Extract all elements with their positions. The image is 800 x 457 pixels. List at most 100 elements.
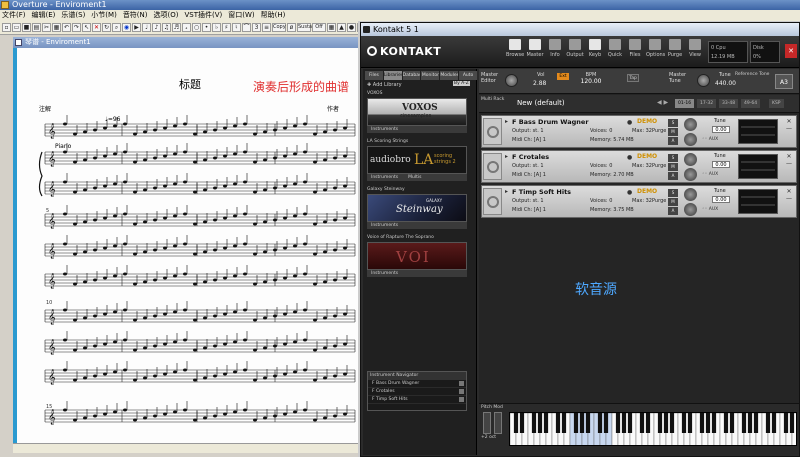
reference-note-button[interactable]: A3	[775, 74, 793, 89]
ext-button[interactable]: Ext	[557, 73, 569, 80]
mute-button[interactable]: M	[668, 163, 678, 171]
solo-button[interactable]: S	[668, 154, 678, 162]
pan-knob[interactable]	[684, 203, 697, 216]
aux-icon[interactable]: ◦◦ AUX	[702, 207, 718, 212]
flat-icon[interactable]: ♭	[212, 23, 221, 32]
tab-ksp[interactable]: KSP	[769, 99, 784, 108]
black-key[interactable]	[783, 413, 789, 433]
black-key[interactable]	[723, 413, 729, 433]
black-key[interactable]	[771, 413, 777, 433]
tune-knob[interactable]	[684, 118, 697, 131]
navigator-item[interactable]: F Timp Soft Hits	[368, 396, 466, 404]
library-la-scoring-strings[interactable]: LA Scoring Strings audiobro LA scoring s…	[367, 139, 467, 181]
sort-button[interactable]: By A-Z	[453, 81, 470, 86]
half-note-icon[interactable]: 𝅗	[182, 23, 191, 32]
grid-icon[interactable]: ▦	[327, 23, 336, 32]
info-button[interactable]: Info	[546, 39, 564, 58]
black-key[interactable]	[603, 413, 609, 433]
master-button[interactable]: Master	[526, 39, 544, 58]
sharp-icon[interactable]: ♯	[222, 23, 231, 32]
menu-options[interactable]: 选项(O)	[154, 10, 179, 21]
black-key[interactable]	[645, 413, 651, 433]
multi-nav-arrows[interactable]: ◀ ▶	[657, 99, 668, 106]
black-key[interactable]	[585, 413, 591, 433]
solo-button[interactable]: S	[668, 189, 678, 197]
cut-icon[interactable]: ✂	[42, 23, 51, 32]
max-field[interactable]: Max: 32	[632, 163, 652, 169]
tune-value[interactable]: 0.00	[712, 161, 730, 168]
volume-knob[interactable]	[505, 74, 518, 87]
library-voxos[interactable]: VOXOS VOXOS cinesamples Instruments	[367, 91, 467, 133]
magnify-icon[interactable]: ⌕	[112, 23, 121, 32]
black-key[interactable]	[789, 413, 795, 433]
tab-files[interactable]: Files	[365, 71, 383, 80]
black-key[interactable]	[705, 413, 711, 433]
wrench-icon[interactable]	[483, 153, 502, 180]
instrument-slot[interactable]: ▸ F Timp Soft Hits ● DEMO Output: st. 1 …	[481, 185, 797, 218]
instruments-link[interactable]: Instruments	[371, 126, 398, 133]
purge-dropdown[interactable]: Purge	[652, 198, 666, 204]
tune-value[interactable]: 0.00	[712, 196, 730, 203]
instrument-name[interactable]: F Crotales	[512, 153, 549, 161]
play-icon[interactable]: ▶	[132, 23, 141, 32]
record-icon[interactable]: ●	[347, 23, 356, 32]
navigator-item[interactable]: F Crotales	[368, 388, 466, 396]
black-key[interactable]	[753, 413, 759, 433]
tune-knob[interactable]	[697, 74, 710, 87]
black-key[interactable]	[561, 413, 567, 433]
tab-33-48[interactable]: 33-48	[719, 99, 739, 108]
purge-dropdown[interactable]: Purge	[652, 163, 666, 169]
midi-channel-field[interactable]: Midi Ch: [A] 1	[512, 137, 546, 143]
expand-icon[interactable]: ▸	[505, 153, 508, 160]
quarter-note-icon[interactable]: ♩	[142, 23, 151, 32]
black-key[interactable]	[627, 413, 633, 433]
tune-value[interactable]: 0.00	[712, 126, 730, 133]
multi-name[interactable]: New (default)	[517, 99, 565, 107]
black-key[interactable]	[699, 413, 705, 433]
instruments-link[interactable]: Instruments	[371, 222, 398, 229]
black-key[interactable]	[579, 413, 585, 433]
undo-icon[interactable]: ↶	[62, 23, 71, 32]
keyboard-button[interactable]: Keyb	[586, 39, 604, 58]
output-button[interactable]: Output	[566, 39, 584, 58]
virtual-keyboard[interactable]	[509, 412, 797, 446]
tab-17-32[interactable]: 17-32	[697, 99, 717, 108]
black-key[interactable]	[621, 413, 627, 433]
wrench-icon[interactable]	[483, 118, 502, 145]
paste-icon[interactable]: ▦	[52, 23, 61, 32]
loop-icon[interactable]: ↻	[102, 23, 111, 32]
instrument-name[interactable]: F Timp Soft Hits	[512, 188, 571, 196]
black-key[interactable]	[615, 413, 621, 433]
files-button[interactable]: Files	[626, 39, 644, 58]
close-button[interactable]: ✕	[785, 44, 797, 58]
redo-icon[interactable]: ↷	[72, 23, 81, 32]
multis-link[interactable]: Multis	[408, 174, 421, 181]
mod-wheel[interactable]	[494, 412, 502, 434]
instruments-link[interactable]: Instruments	[371, 270, 398, 277]
pan-knob[interactable]	[684, 133, 697, 146]
tab-auto[interactable]: Auto	[459, 71, 477, 80]
sixteenth-note-icon[interactable]: ♬	[172, 23, 181, 32]
black-key[interactable]	[537, 413, 543, 433]
expand-icon[interactable]: ▸	[505, 188, 508, 195]
black-key[interactable]	[639, 413, 645, 433]
output-field[interactable]: Output: st. 1	[512, 198, 544, 204]
tab-modules[interactable]: Modules	[440, 71, 459, 80]
rest-icon[interactable]: ✕	[92, 23, 101, 32]
aux-button[interactable]: A	[668, 137, 678, 145]
max-field[interactable]: Max: 32	[632, 198, 652, 204]
library-galaxy-steinway[interactable]: Galaxy Steinway GALAXY Steinway Instrume…	[367, 187, 467, 229]
black-key[interactable]	[765, 413, 771, 433]
score-horizontal-scrollbar[interactable]	[13, 443, 358, 453]
pitch-wheel[interactable]	[483, 412, 491, 434]
aux-icon[interactable]: ◦◦ AUX	[702, 172, 718, 177]
menu-score[interactable]: 乐谱(S)	[61, 10, 85, 21]
library-voice-of-rapture[interactable]: Voice of Rapture The Soprano VOI Instrum…	[367, 235, 467, 277]
black-key[interactable]	[747, 413, 753, 433]
black-key[interactable]	[597, 413, 603, 433]
black-key[interactable]	[573, 413, 579, 433]
print-icon[interactable]: ▤	[32, 23, 41, 32]
menu-edit[interactable]: 编辑(E)	[32, 10, 56, 21]
instruments-link[interactable]: Instruments	[371, 174, 398, 181]
midi-channel-field[interactable]: Midi Ch: [A] 1	[512, 207, 546, 213]
